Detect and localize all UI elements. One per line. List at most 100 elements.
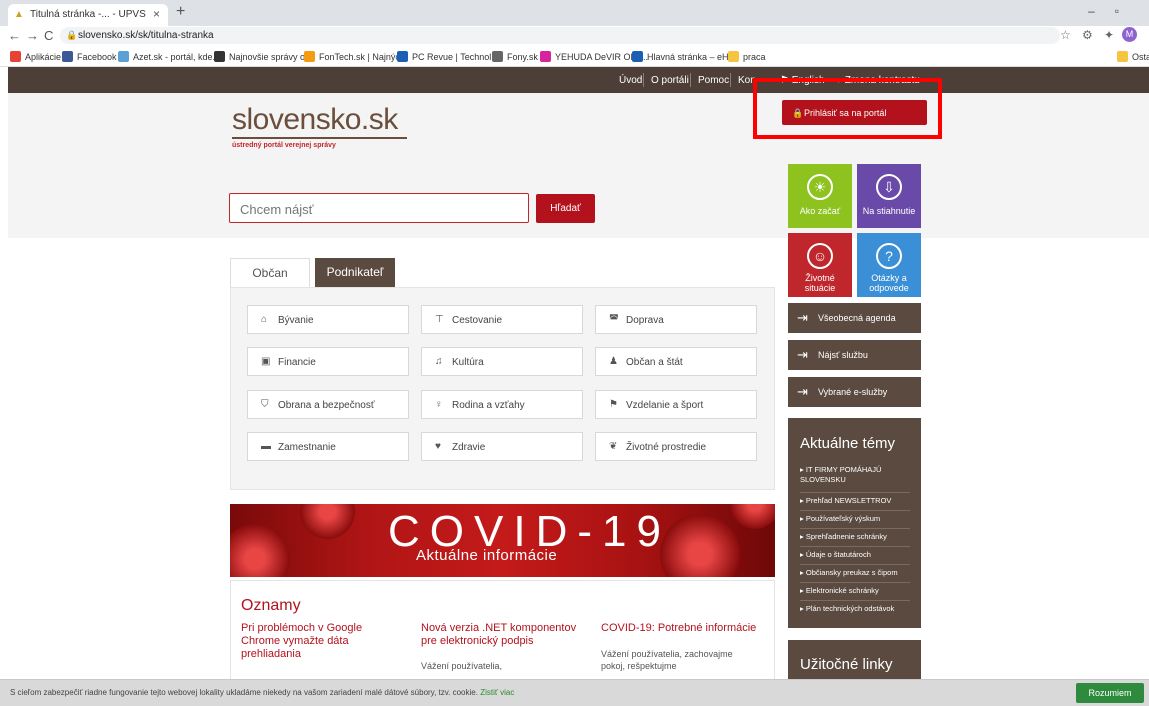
category-zdravie[interactable]: ♥ Zdravie: [421, 432, 583, 461]
category-kultura[interactable]: ♫ Kultúra: [421, 347, 583, 376]
music-icon: ♫: [435, 356, 443, 367]
shield-icon: ⛉: [261, 399, 269, 410]
covid-subtitle: Aktuálne informácie: [416, 547, 558, 564]
category-rodina[interactable]: ♀ Rodina a vzťahy: [421, 390, 583, 419]
virus-graphic: [660, 514, 740, 577]
bookmark-item[interactable]: Hlavná stránka – eH...: [632, 51, 736, 62]
bookmark-item[interactable]: Ostat: [1117, 51, 1149, 62]
category-byvanie[interactable]: ⌂ Bývanie: [247, 305, 409, 334]
bookmark-item[interactable]: Facebook: [62, 51, 117, 62]
cookie-more-link[interactable]: Zistiť viac: [480, 688, 514, 697]
topic-link[interactable]: ▸ Plán technických odstávok: [800, 604, 894, 614]
aktualne-temy-heading: Aktuálne témy: [800, 435, 896, 452]
news-item-title[interactable]: COVID-19: Potrebné informácie: [601, 622, 771, 635]
tab-podnikatel[interactable]: Podnikateľ: [315, 258, 395, 287]
uzitocne-linky-heading: Užitočné linky: [800, 656, 893, 673]
star-icon[interactable]: ☆: [1060, 28, 1071, 42]
site-logo[interactable]: slovensko.sk: [232, 103, 398, 137]
news-item-text: Vážení používatelia, zachovajme pokoj, r…: [601, 649, 733, 671]
bookmark-item[interactable]: Azet.sk - portál, kde...: [118, 51, 220, 62]
topic-link[interactable]: ▸ Občiansky preukaz s čipom: [800, 568, 898, 578]
extension2-icon[interactable]: ✦: [1104, 28, 1114, 42]
btn-vseobecna-agenda[interactable]: ⇥ Všeobecná agenda: [788, 303, 921, 333]
enter-icon: ⇥: [797, 347, 808, 362]
site-top-nav: [8, 67, 1149, 93]
news-item-title[interactable]: Nová verzia .NET komponentov pre elektro…: [421, 622, 586, 648]
briefcase-icon: ▬: [261, 441, 271, 452]
bookmark-item[interactable]: PC Revue | Technol...: [397, 51, 499, 62]
news-item-title[interactable]: Pri problémoch v Google Chrome vymažte d…: [241, 622, 391, 661]
topic-separator: [800, 582, 910, 583]
lock-icon: 🔒: [66, 30, 78, 40]
search-button[interactable]: Hľadať: [536, 194, 595, 223]
logo-underline: [232, 137, 407, 139]
enter-icon: ⇥: [797, 310, 808, 325]
signpost-icon: ⊤: [435, 314, 444, 325]
site-favicon-icon: ▲: [14, 9, 24, 20]
highlight-box: [753, 78, 942, 139]
category-doprava[interactable]: ◚ Doprava: [595, 305, 757, 334]
tile-na-stiahnutie[interactable]: ⇩ Na stiahnutie: [857, 164, 921, 228]
topic-link[interactable]: ▸ Používateľský výskum: [800, 514, 880, 524]
back-icon[interactable]: ←: [8, 28, 21, 43]
category-vzdelanie[interactable]: ⚑ Vzdelanie a šport: [595, 390, 757, 419]
bookmark-item[interactable]: Najnovšie správy o...: [214, 51, 313, 62]
nav-separator: [730, 73, 731, 87]
tab-obcan[interactable]: Občan: [230, 258, 310, 288]
category-obrana[interactable]: ⛉ Obrana a bezpečnosť: [247, 390, 409, 419]
extension-icon[interactable]: ⚙: [1082, 28, 1093, 42]
browser-tab-title: Titulná stránka -... - UPVS: [30, 9, 146, 20]
nav-separator: [643, 73, 644, 87]
nav-pomoc[interactable]: Pomoc: [698, 75, 729, 86]
category-obcan-stat[interactable]: ♟ Občan a štát: [595, 347, 757, 376]
bookmark-item[interactable]: Fony.sk: [492, 51, 538, 62]
browser-tabstrip: [0, 0, 1149, 26]
heart-icon: ♥: [435, 441, 441, 452]
topic-separator: [800, 528, 910, 529]
bookmark-item[interactable]: praca: [728, 51, 766, 62]
topic-separator: [800, 510, 910, 511]
tile-ako-zacat[interactable]: ☀ Ako začať: [788, 164, 852, 228]
question-icon: ?: [876, 243, 902, 269]
topic-link[interactable]: ▸ Prehľad NEWSLETTROV: [800, 496, 891, 506]
tab-close-icon[interactable]: ×: [153, 7, 160, 21]
cookie-text: S cieľom zabezpečiť riadne fungovanie te…: [10, 688, 515, 697]
btn-najst-sluzbu[interactable]: ⇥ Nájsť službu: [788, 340, 921, 370]
category-zamestnanie[interactable]: ▬ Zamestnanie: [247, 432, 409, 461]
cookie-accept-button[interactable]: Rozumiem: [1076, 683, 1144, 703]
reload-icon[interactable]: C: [44, 28, 53, 43]
window-controls[interactable]: –▫: [1088, 4, 1139, 18]
category-financie[interactable]: ▣ Financie: [247, 347, 409, 376]
bookmark-item[interactable]: FonTech.sk | Najnýc...: [304, 51, 407, 62]
tile-otazky[interactable]: ? Otázky a odpovede: [857, 233, 921, 297]
enter-icon: ⇥: [797, 384, 808, 399]
lightbulb-icon: ☀: [807, 174, 833, 200]
search-input[interactable]: [238, 195, 522, 223]
nav-o-portali[interactable]: O portáli: [651, 75, 689, 86]
topic-link[interactable]: ▸ Elektronické schránky: [800, 586, 879, 596]
money-icon: ▣: [261, 356, 271, 367]
profile-avatar[interactable]: M: [1122, 27, 1137, 42]
forward-icon[interactable]: →: [26, 28, 39, 43]
bookmark-item[interactable]: Aplikácie: [10, 51, 61, 62]
topic-link[interactable]: ▸ Sprehľadnenie schránky: [800, 532, 887, 542]
topic-link[interactable]: ▸ IT FIRMY POMÁHAJÚ SLOVENSKU: [800, 465, 900, 485]
url-text[interactable]: slovensko.sk/sk/titulna-stranka: [78, 30, 214, 41]
download-icon: ⇩: [876, 174, 902, 200]
tile-zivotne-situacie[interactable]: ☺ Životné situácie: [788, 233, 852, 297]
browser-tab[interactable]: ▲ Titulná stránka -... - UPVS ×: [8, 4, 168, 26]
btn-vybrane-esluzby[interactable]: ⇥ Vybrané e-služby: [788, 377, 921, 407]
category-cestovanie[interactable]: ⊤ Cestovanie: [421, 305, 583, 334]
virus-graphic: [730, 504, 775, 529]
news-heading: Oznamy: [241, 597, 301, 614]
topic-separator: [800, 492, 910, 493]
topic-link[interactable]: ▸ Údaje o štatutároch: [800, 550, 871, 560]
search-box[interactable]: [229, 193, 529, 223]
topic-separator: [800, 564, 910, 565]
family-icon: ♀: [435, 399, 443, 410]
category-zivotne-prostredie[interactable]: ❦ Životné prostredie: [595, 432, 757, 461]
people-icon: ♟: [609, 356, 618, 367]
new-tab-button[interactable]: +: [176, 3, 185, 21]
nav-uvod[interactable]: Úvod: [619, 75, 642, 86]
topic-separator: [800, 546, 910, 547]
